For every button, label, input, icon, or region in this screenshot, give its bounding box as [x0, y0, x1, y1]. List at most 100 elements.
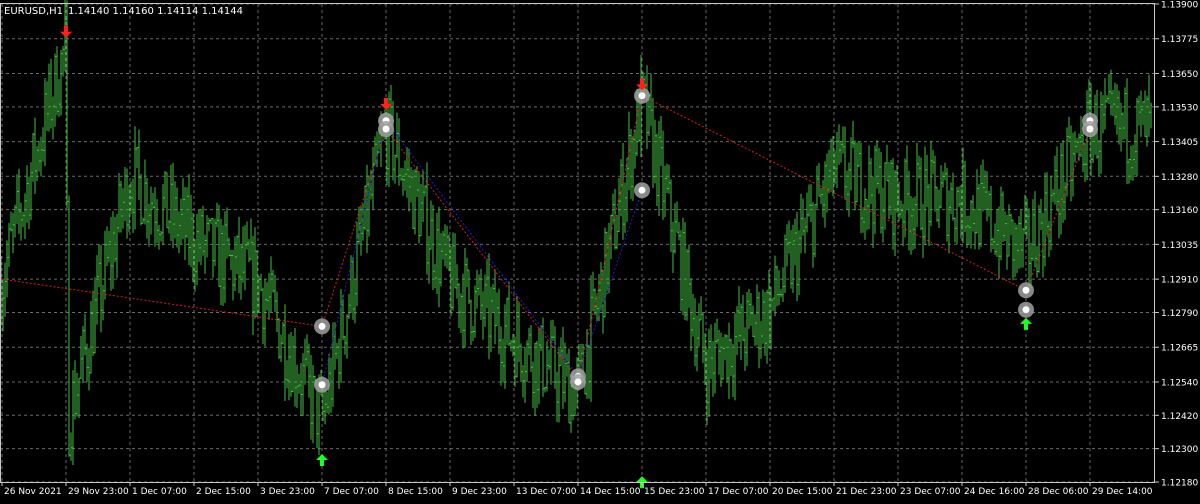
ohlc-bar: [302, 353, 304, 417]
ohlc-bar: [70, 432, 72, 461]
ohlc-bar: [742, 294, 744, 341]
ohlc-bar: [140, 174, 142, 226]
ohlc-bar: [692, 293, 694, 337]
ohlc-bar: [38, 141, 40, 172]
ohlc-bar: [968, 215, 970, 245]
ohlc-bar: [400, 167, 402, 181]
ohlc-bar: [484, 274, 486, 327]
ohlc-bar: [1050, 175, 1052, 250]
ohlc-bar: [496, 292, 498, 327]
ohlc-bar: [872, 176, 874, 248]
ohlc-bar: [782, 267, 784, 303]
ohlc-bar: [714, 322, 716, 394]
chart-canvas[interactable]: 1.13900 1.13775 1.13650 1.13530 1.13405 1.132…: [0, 0, 1200, 500]
ohlc-bar: [62, 45, 64, 77]
ohlc-bar: [774, 255, 776, 317]
ohlc-bar: [972, 195, 974, 232]
time-axis[interactable]: 26 Nov 2021 29 Nov 23:00 1 Dec 07:00 2 Dec …: [1, 482, 1153, 497]
ohlc-bar: [956, 186, 958, 245]
ohlc-bar: [278, 318, 280, 359]
signal-marker: [634, 182, 650, 199]
ohlc-bar: [918, 155, 920, 179]
ohlc-bar: [306, 334, 308, 367]
ohlc-bar: [960, 185, 962, 239]
ohlc-bar: [188, 174, 190, 266]
y-tick-label: 1.12665: [1161, 344, 1198, 354]
ohlc-bar: [1074, 131, 1076, 163]
ohlc-bar: [206, 215, 208, 258]
ohlc-bar: [836, 131, 838, 189]
ohlc-bar: [182, 178, 184, 240]
ohlc-bar: [432, 204, 434, 291]
ohlc-bar: [934, 155, 936, 212]
ohlc-bar: [238, 216, 240, 294]
ohlc-bar: [344, 335, 346, 355]
x-tick-label: 1 Dec 07:00: [132, 487, 187, 497]
ohlc-bar: [1110, 69, 1112, 116]
ohlc-bar: [404, 160, 406, 191]
ohlc-bar: [654, 119, 656, 184]
ohlc-bar: [72, 370, 74, 466]
ohlc-bar: [986, 171, 988, 222]
marker-core: [638, 92, 646, 100]
y-tick-label: 1.13530: [1161, 103, 1198, 113]
ohlc-bar: [1142, 101, 1144, 125]
ohlc-bar: [144, 159, 146, 225]
ohlc-bar: [882, 187, 884, 243]
ohlc-bar: [888, 162, 890, 220]
ohlc-bar: [1146, 95, 1148, 147]
ohlc-bar: [294, 327, 296, 407]
ohlc-bar: [700, 296, 702, 321]
ohlc-bar: [76, 372, 78, 417]
ohlc-bar: [274, 274, 276, 312]
ohlc-bar: [312, 365, 314, 444]
ohlc-bar: [288, 334, 290, 401]
ohlc-bar: [168, 219, 170, 234]
ohlc-bar: [958, 186, 960, 207]
ohlc-bar: [912, 197, 914, 250]
ohlc-bar: [808, 184, 810, 217]
ohlc-bar: [28, 176, 30, 230]
ohlc-bar: [150, 186, 152, 235]
signal-marker: [570, 373, 586, 390]
ohlc-bar: [102, 284, 104, 321]
ohlc-bar: [816, 165, 818, 209]
ohlc-bar: [398, 118, 400, 186]
price-axis[interactable]: 1.13900 1.13775 1.13650 1.13530 1.13405 1.132…: [1155, 1, 1198, 489]
x-tick-label: 28 Dec 06:00: [1028, 487, 1089, 497]
ohlc-bar: [1020, 209, 1022, 268]
ohlc-bar: [154, 187, 156, 247]
ohlc-bar: [392, 100, 394, 181]
ohlc-bar: [904, 158, 906, 238]
ohlc-bar: [686, 248, 688, 321]
ohlc-bar: [160, 230, 162, 242]
ohlc-readout: 1.14140 1.14160 1.14114 1.14144: [68, 6, 243, 17]
signal-marker: [314, 318, 330, 335]
ohlc-bar: [994, 223, 996, 256]
ohlc-bar: [538, 327, 540, 405]
ohlc-bar: [698, 303, 700, 347]
y-tick-label: 1.13405: [1161, 138, 1198, 148]
ohlc-bar: [32, 132, 34, 182]
ohlc-bar: [588, 344, 590, 399]
ohlc-bar: [1058, 188, 1060, 239]
ohlc-bar: [16, 174, 18, 224]
ohlc-bar: [752, 305, 754, 338]
ohlc-bar: [680, 230, 682, 311]
ohlc-bar: [522, 365, 524, 398]
ohlc-bar: [50, 58, 52, 129]
ohlc-bar: [1120, 102, 1122, 152]
ohlc-bar: [696, 315, 698, 372]
ohlc-bar: [1042, 212, 1044, 278]
price-chart[interactable]: 1.13900 1.13775 1.13650 1.13530 1.13405 1.132…: [0, 0, 1200, 500]
y-tick-label: 1.12180: [1161, 479, 1198, 489]
ohlc-bar: [878, 147, 880, 194]
ohlc-bar: [346, 314, 348, 359]
marker-core: [638, 186, 646, 194]
ohlc-bar: [736, 306, 738, 356]
x-tick-label: 14 Dec 15:00: [580, 487, 641, 497]
ohlc-bar: [892, 158, 894, 250]
ohlc-bar: [932, 149, 934, 175]
ohlc-bar: [412, 170, 414, 230]
ohlc-bar: [890, 160, 892, 216]
